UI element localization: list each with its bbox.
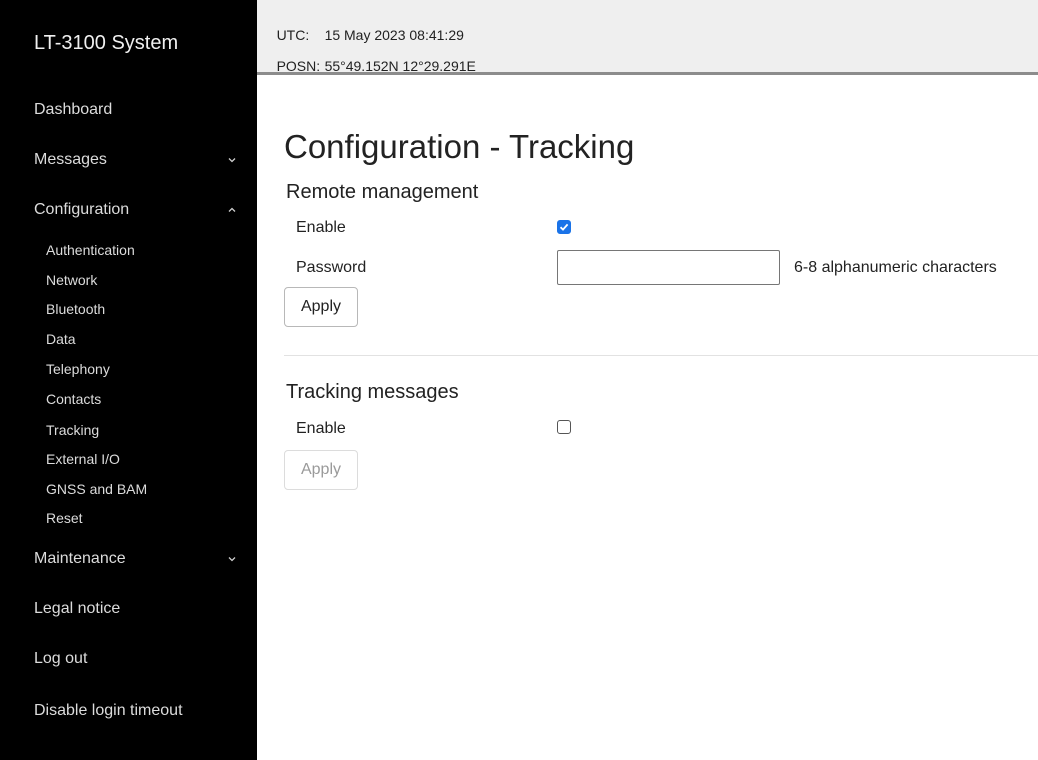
sidebar-item-label: Legal notice [34,600,121,617]
chevron-down-icon [225,153,239,167]
sidebar-item-label: Log out [34,650,88,667]
position-readout: POSN: 55°49.152N 12°29.291E [261,42,476,90]
sidebar-item-messages[interactable]: Messages [34,148,239,172]
remote-enable-label: Enable [296,219,346,236]
sidebar-item-label: Dashboard [34,101,113,118]
sidebar-subitem-telephony[interactable]: Telephony [46,359,110,379]
sidebar-item-maintenance[interactable]: Maintenance [34,547,239,571]
sidebar-item-label: Messages [34,151,107,168]
chevron-down-icon [225,552,239,566]
tracking-apply-button[interactable]: Apply [284,450,358,490]
section-title-remote-management: Remote management [286,181,479,203]
sidebar-item-label: Configuration [34,201,130,218]
sidebar-subitem-data[interactable]: Data [46,329,76,349]
chevron-up-icon [225,203,239,217]
tracking-enable-checkbox[interactable] [557,420,571,434]
page-title: Configuration - Tracking [284,128,635,165]
status-header: UTC: 15 May 2023 08:41:29 POSN: 55°49.152N… [257,0,1038,75]
sidebar: LT-3100 System Dashboard Messages Config… [0,0,257,760]
checkmark-icon [559,223,569,231]
sidebar-subitem-bluetooth[interactable]: Bluetooth [46,299,105,319]
sidebar-subitem-contacts[interactable]: Contacts [46,389,101,409]
sidebar-subitem-gnss-and-bam[interactable]: GNSS and BAM [46,479,147,499]
remote-apply-button[interactable]: Apply [284,287,358,327]
sidebar-subitem-reset[interactable]: Reset [46,508,83,528]
brand-title: LT-3100 System [34,32,179,54]
password-input[interactable] [557,250,780,285]
sidebar-item-label: Disable login timeout [34,702,183,719]
section-divider [284,355,1038,356]
sidebar-item-log-out[interactable]: Log out [34,647,239,671]
sidebar-subitem-external-io[interactable]: External I/O [46,449,120,469]
section-title-tracking-messages: Tracking messages [286,381,459,403]
tracking-enable-label: Enable [296,420,346,437]
sidebar-item-legal-notice[interactable]: Legal notice [34,597,239,621]
password-label: Password [296,259,367,276]
sidebar-subitem-tracking[interactable]: Tracking [46,420,99,440]
posn-label: POSN: [276,58,321,74]
sidebar-subitem-authentication[interactable]: Authentication [46,240,135,260]
password-hint: 6-8 alphanumeric characters [794,259,997,276]
sidebar-subitem-network[interactable]: Network [46,270,97,290]
utc-label: UTC: [276,27,310,43]
posn-value: 55°49.152N 12°29.291E [324,58,476,74]
sidebar-item-dashboard[interactable]: Dashboard [34,98,239,122]
utc-value: 15 May 2023 08:41:29 [324,27,464,43]
sidebar-item-label: Maintenance [34,550,126,567]
sidebar-item-disable-login-timeout[interactable]: Disable login timeout [34,699,239,723]
remote-enable-checkbox[interactable] [557,220,571,234]
sidebar-item-configuration[interactable]: Configuration [34,198,239,222]
